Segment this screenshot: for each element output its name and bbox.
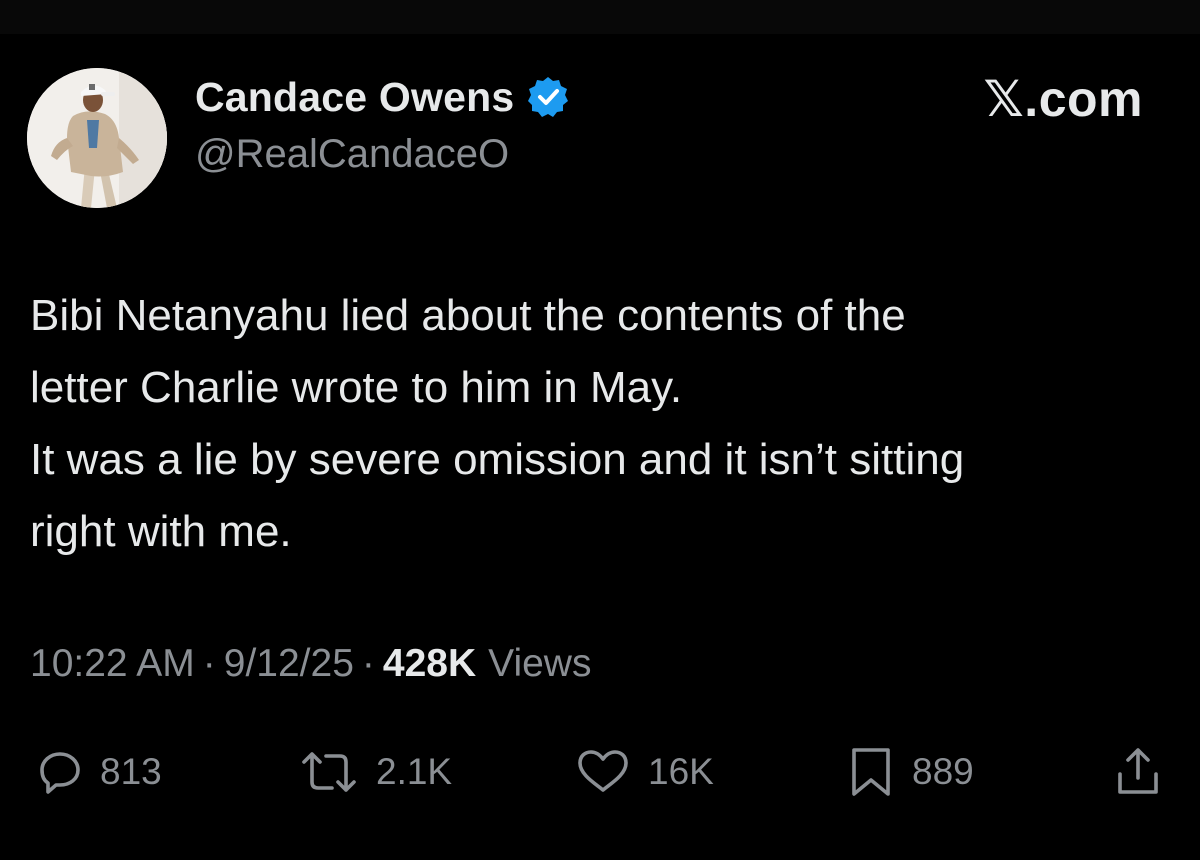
action-bar: 813 2.1K 16K 889: [0, 742, 1200, 802]
tweet-text-line: right with me.: [30, 507, 292, 556]
views-label: Views: [488, 642, 592, 685]
display-name[interactable]: Candace Owens: [195, 74, 514, 121]
reply-icon: [40, 752, 80, 794]
share-icon: [1118, 748, 1158, 794]
retweet-button[interactable]: 2.1K: [298, 742, 452, 802]
tweet-time[interactable]: 10:22 AM: [30, 642, 195, 686]
share-button[interactable]: [1114, 742, 1162, 802]
meta-separator: ·: [202, 642, 216, 685]
x-logo: 𝕏.com: [983, 71, 1143, 127]
bookmark-icon: [852, 748, 890, 796]
tweet-meta: 10:22 AM · 9/12/25 · 428K Views: [30, 642, 591, 686]
verified-badge-icon: [526, 75, 570, 119]
retweet-count: 2.1K: [376, 751, 453, 792]
tweet-date[interactable]: 9/12/25: [224, 642, 354, 686]
reply-button[interactable]: 813: [36, 742, 162, 802]
bookmark-button[interactable]: 889: [846, 742, 974, 802]
tweet-text-line: It was a lie by severe omission and it i…: [30, 435, 965, 484]
like-button[interactable]: 16K: [574, 742, 714, 802]
meta-separator: ·: [361, 642, 375, 685]
user-handle[interactable]: @RealCandaceO: [195, 132, 509, 177]
top-strip: [0, 0, 1200, 34]
display-name-row: Candace Owens: [195, 72, 570, 122]
views-count: 428K: [382, 642, 477, 685]
bookmark-count: 889: [912, 751, 974, 792]
retweet-icon: [302, 752, 356, 792]
tweet-text-line: letter Charlie wrote to him in May.: [30, 363, 683, 412]
tweet-text-line: Bibi Netanyahu lied about the contents o…: [30, 291, 906, 340]
reply-count: 813: [100, 751, 162, 792]
avatar[interactable]: [27, 68, 167, 208]
profile-photo-icon: [27, 68, 167, 208]
heart-icon: [578, 750, 628, 792]
tweet-text: Bibi Netanyahu lied about the contents o…: [30, 280, 1180, 568]
like-count: 16K: [648, 751, 714, 792]
